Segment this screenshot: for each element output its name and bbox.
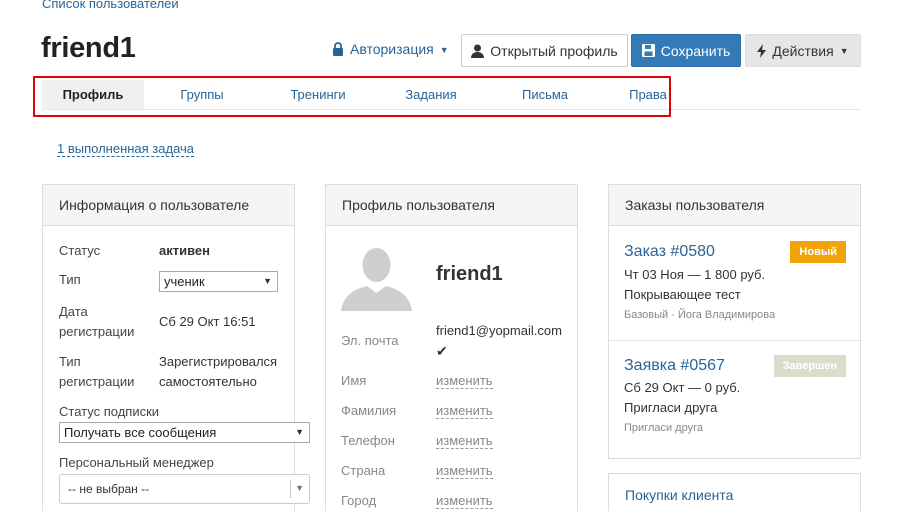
lightning-icon — [757, 43, 767, 58]
order-meta: Базовый · Йога Владимирова — [624, 309, 776, 321]
order-date-price: Сб 29 Окт — 0 руб. — [624, 380, 741, 395]
reg-type-value: Зарегистрировался — [159, 354, 278, 369]
manager-label: Персональный менеджер — [59, 455, 214, 470]
status-badge-completed: Завершен — [773, 355, 846, 377]
subscription-select-value: Получать все сообщения — [64, 425, 217, 440]
phone-edit-link[interactable]: изменить — [436, 433, 493, 449]
caret-down-icon: ▼ — [295, 427, 304, 437]
tab-letters[interactable]: Письма — [486, 80, 604, 109]
last-name-label: Фамилия — [341, 403, 397, 418]
last-name-edit-link[interactable]: изменить — [436, 403, 493, 419]
profile-name: friend1 — [436, 263, 503, 285]
manager-select-value: -- не выбран -- — [68, 482, 150, 496]
user-profile-panel: Профиль пользователя friend1 Эл. почта f… — [325, 184, 578, 511]
subscription-select[interactable]: Получать все сообщения ▼ — [59, 422, 310, 443]
client-purchases-panel: Покупки клиента — [608, 473, 861, 511]
order-link[interactable]: Заявка #0567 — [624, 357, 725, 375]
breadcrumb-users-list[interactable]: Список пользователей — [42, 0, 179, 11]
reg-date-value: Сб 29 Окт 16:51 — [159, 314, 256, 329]
user-profile-title: Профиль пользователя — [326, 185, 577, 226]
caret-down-icon: ▼ — [839, 45, 849, 56]
tab-rights[interactable]: Права — [604, 80, 692, 109]
order-date-price: Чт 03 Ноя — 1 800 руб. — [624, 267, 766, 282]
caret-down-icon: ▼ — [439, 45, 449, 55]
subscription-label: Статус подписки — [59, 404, 160, 419]
order-product: Пригласи друга — [624, 400, 718, 415]
phone-label: Телефон — [341, 433, 395, 448]
completed-tasks-link[interactable]: 1 выполненная задача — [57, 141, 195, 157]
user-info-title: Информация о пользователе — [43, 185, 294, 226]
tab-groups[interactable]: Группы — [144, 80, 260, 109]
tab-profile[interactable]: Профиль — [42, 80, 144, 109]
select-separator — [290, 480, 291, 498]
status-badge-new: Новый — [790, 241, 846, 263]
caret-down-icon: ▼ — [263, 276, 272, 286]
checkmark-icon: ✔ — [436, 343, 448, 359]
floppy-disk-icon — [641, 44, 655, 57]
open-profile-button[interactable]: Открытый профиль — [461, 34, 628, 67]
tab-tasks[interactable]: Задания — [376, 80, 486, 109]
user-orders-panel: Заказы пользователя Заказ #0580 Новый Чт… — [608, 184, 861, 459]
country-edit-link[interactable]: изменить — [436, 463, 493, 479]
tab-trainings[interactable]: Тренинги — [260, 80, 376, 109]
reg-type-value-2: самостоятельно — [159, 374, 257, 389]
status-label: Статус — [59, 243, 101, 258]
page-title: friend1 — [41, 32, 136, 64]
user-info-panel: Информация о пользователе Статус активен… — [42, 184, 310, 511]
first-name-edit-link[interactable]: изменить — [436, 373, 493, 389]
save-label: Сохранить — [660, 42, 731, 59]
order-divider — [609, 340, 860, 341]
reg-type-label-2: регистрации — [59, 374, 135, 389]
profile-tabs: Профиль Группы Тренинги Задания Письма П… — [42, 79, 861, 110]
manager-select[interactable]: -- не выбран -- ▼ — [59, 474, 310, 504]
auth-dropdown[interactable]: Авторизация ▼ — [332, 41, 449, 57]
lock-icon — [333, 42, 343, 56]
avatar-placeholder-icon — [341, 243, 412, 311]
order-product: Покрывающее тест — [624, 287, 741, 302]
actions-dropdown-button[interactable]: Действия ▼ — [745, 34, 861, 67]
orders-title: Заказы пользователя — [609, 185, 860, 226]
email-label: Эл. почта — [341, 333, 399, 348]
reg-date-label: Дата — [59, 304, 88, 319]
caret-down-icon: ▼ — [295, 483, 304, 493]
user-icon — [471, 44, 485, 58]
city-label: Город — [341, 493, 377, 508]
type-select-value: ученик — [164, 274, 205, 289]
status-value: активен — [159, 243, 210, 258]
country-label: Страна — [341, 463, 386, 478]
order-link[interactable]: Заказ #0580 — [624, 243, 715, 261]
type-label: Тип — [59, 272, 81, 287]
order-meta: Пригласи друга — [624, 422, 703, 434]
auth-label: Авторизация — [350, 41, 434, 57]
first-name-label: Имя — [341, 373, 367, 388]
open-profile-label: Открытый профиль — [490, 42, 618, 59]
city-edit-link[interactable]: изменить — [436, 493, 493, 509]
purchases-title-link[interactable]: Покупки клиента — [609, 474, 860, 511]
type-select[interactable]: ученик ▼ — [159, 271, 278, 292]
reg-date-label-2: регистрации — [59, 324, 135, 339]
email-value: friend1@yopmail.com — [436, 323, 562, 338]
reg-type-label: Тип — [59, 354, 81, 369]
actions-label: Действия — [772, 42, 834, 59]
save-button[interactable]: Сохранить — [631, 34, 741, 67]
